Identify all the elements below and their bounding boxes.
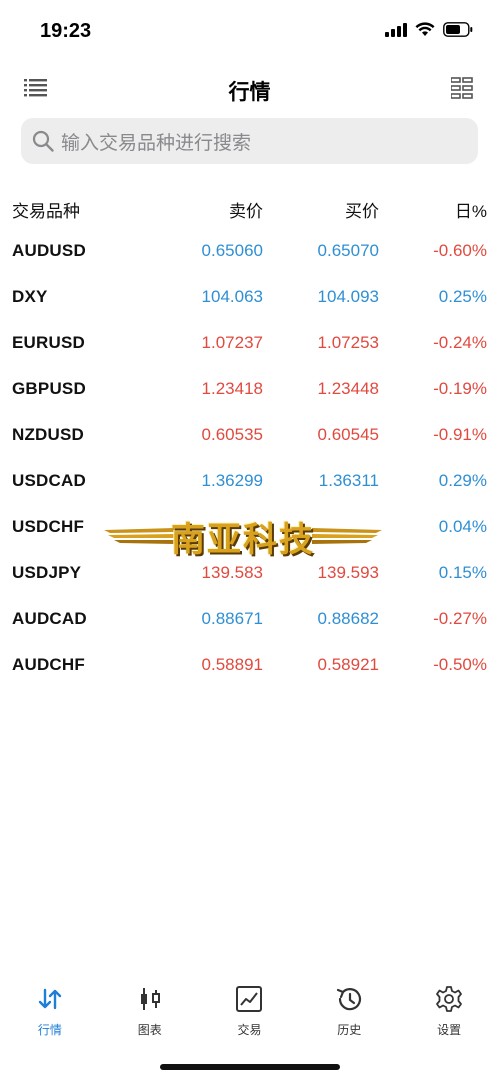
header-ask: 买价 bbox=[345, 202, 379, 221]
quote-change: -0.27% bbox=[433, 609, 487, 628]
quote-change: 0.15% bbox=[438, 563, 487, 582]
quote-row[interactable]: NZDUSD 0.60535 0.60545 -0.91% bbox=[0, 412, 499, 458]
quote-symbol: USDCAD bbox=[12, 471, 86, 490]
tab-quotes[interactable]: 行情 bbox=[0, 980, 100, 1040]
candlestick-icon bbox=[140, 988, 160, 1010]
watermark-text: 南亚科技 bbox=[171, 519, 315, 560]
quote-bid: 1.36299 bbox=[201, 471, 263, 490]
tab-bar: 行情 图表 交易 历史 设置 bbox=[0, 980, 499, 1040]
quote-ask: 1.36311 bbox=[318, 471, 379, 490]
quote-row[interactable]: AUDCAD 0.88671 0.88682 -0.27% bbox=[0, 596, 499, 642]
quote-symbol: AUDCHF bbox=[12, 655, 85, 674]
wing-left-icon bbox=[104, 528, 174, 544]
header-change: 日% bbox=[454, 202, 487, 221]
tab-trade[interactable]: 交易 bbox=[200, 980, 300, 1040]
wing-right-icon bbox=[312, 528, 382, 544]
quote-change: 0.04% bbox=[438, 517, 487, 536]
quote-symbol: AUDCAD bbox=[12, 609, 87, 628]
quote-symbol: EURUSD bbox=[12, 333, 85, 352]
quote-bid: 104.063 bbox=[201, 287, 263, 306]
search-icon bbox=[32, 130, 54, 152]
status-icons bbox=[385, 22, 473, 37]
quote-ask: 139.593 bbox=[317, 563, 379, 582]
quote-bid: 1.23418 bbox=[201, 379, 263, 398]
quote-row[interactable]: GBPUSD 1.23418 1.23448 -0.19% bbox=[0, 366, 499, 412]
settings-gear-icon bbox=[436, 986, 462, 1012]
battery-icon bbox=[443, 22, 473, 37]
nav-bar: 行情 bbox=[0, 66, 499, 110]
quote-ask: 0.60545 bbox=[317, 425, 379, 444]
quote-bid: 139.583 bbox=[201, 563, 263, 582]
quote-ask: 0.58921 bbox=[317, 655, 379, 674]
quote-bid: 0.65060 bbox=[201, 241, 263, 260]
quote-symbol: AUDUSD bbox=[12, 241, 86, 260]
tab-label: 行情 bbox=[37, 1023, 62, 1037]
tab-settings[interactable]: 设置 bbox=[399, 980, 499, 1040]
quote-ask: 0.88682 bbox=[317, 609, 379, 628]
history-clock-icon bbox=[337, 988, 362, 1011]
quote-row[interactable]: EURUSD 1.07237 1.07253 -0.24% bbox=[0, 320, 499, 366]
home-indicator bbox=[160, 1064, 340, 1070]
quote-change: 0.29% bbox=[438, 471, 487, 490]
search-input[interactable]: 输入交易品种进行搜索 bbox=[21, 118, 478, 164]
quote-ask: 104.093 bbox=[317, 287, 379, 306]
watermark-logo: 南亚科技 bbox=[104, 510, 382, 562]
tab-label: 交易 bbox=[237, 1023, 262, 1037]
quote-symbol: USDCHF bbox=[12, 517, 85, 536]
tab-label: 设置 bbox=[437, 1023, 462, 1037]
quote-bid: 0.88671 bbox=[201, 609, 263, 628]
search-placeholder: 输入交易品种进行搜索 bbox=[61, 132, 252, 154]
tab-history[interactable]: 历史 bbox=[299, 980, 399, 1040]
quotes-arrows-icon bbox=[38, 988, 62, 1010]
tab-charts[interactable]: 图表 bbox=[100, 980, 200, 1040]
quote-ask: 1.23448 bbox=[317, 379, 379, 398]
quote-symbol: GBPUSD bbox=[12, 379, 86, 398]
grid-list-icon[interactable] bbox=[451, 77, 473, 99]
tab-label: 历史 bbox=[337, 1023, 362, 1037]
status-bar: 19:23 bbox=[0, 0, 499, 62]
quote-change: -0.91% bbox=[433, 425, 487, 444]
signal-icon bbox=[385, 22, 407, 37]
quote-change: -0.60% bbox=[433, 241, 487, 260]
quote-bid: 1.07237 bbox=[201, 333, 263, 352]
quote-change: -0.19% bbox=[433, 379, 487, 398]
quote-change: -0.24% bbox=[433, 333, 487, 352]
quote-row[interactable]: USDCAD 1.36299 1.36311 0.29% bbox=[0, 458, 499, 504]
quote-row[interactable]: DXY 104.063 104.093 0.25% bbox=[0, 274, 499, 320]
quotes-table-header: 交易品种 卖价 买价 日% bbox=[0, 194, 499, 222]
header-bid: 卖价 bbox=[229, 202, 263, 221]
quote-symbol: DXY bbox=[12, 287, 48, 306]
quote-row[interactable]: AUDCHF 0.58891 0.58921 -0.50% bbox=[0, 642, 499, 688]
quote-bid: 0.58891 bbox=[201, 655, 263, 674]
quote-row[interactable]: AUDUSD 0.65060 0.65070 -0.60% bbox=[0, 228, 499, 274]
quote-change: 0.25% bbox=[438, 287, 487, 306]
quote-symbol: USDJPY bbox=[12, 563, 82, 582]
trade-chart-icon bbox=[236, 986, 263, 1012]
header-symbol: 交易品种 bbox=[12, 202, 80, 221]
quotes-list: AUDUSD 0.65060 0.65070 -0.60% DXY 104.06… bbox=[0, 228, 499, 688]
quote-bid: 0.60535 bbox=[201, 425, 263, 444]
quote-ask: 1.07253 bbox=[317, 333, 379, 352]
status-time: 19:23 bbox=[40, 20, 92, 42]
quote-symbol: NZDUSD bbox=[12, 425, 85, 444]
wifi-icon bbox=[415, 22, 435, 36]
tab-label: 图表 bbox=[137, 1023, 162, 1037]
quote-ask: 0.65070 bbox=[317, 241, 379, 260]
page-title: 行情 bbox=[228, 81, 271, 104]
quote-change: -0.50% bbox=[433, 655, 487, 674]
